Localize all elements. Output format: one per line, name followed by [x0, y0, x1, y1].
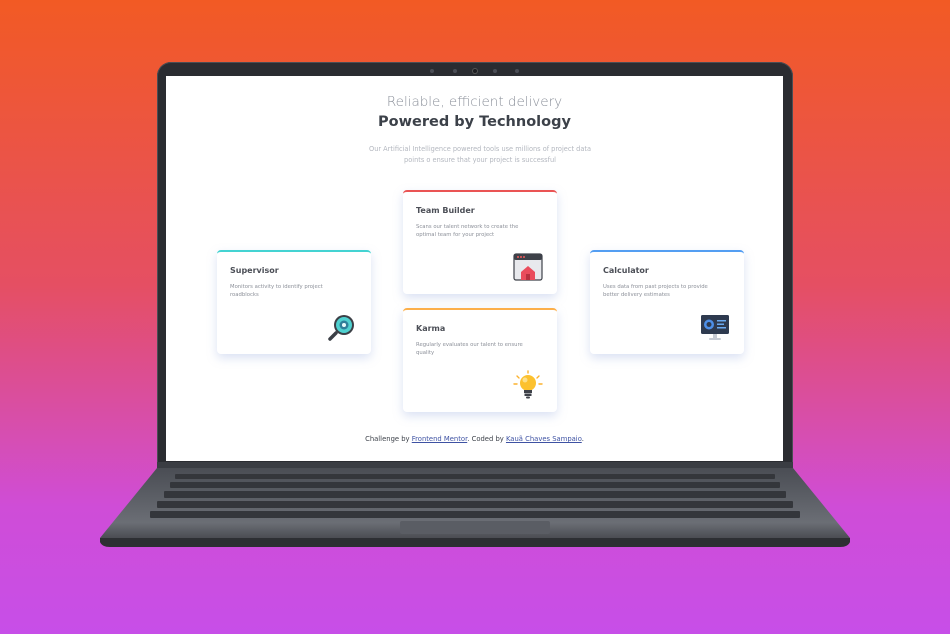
page-description: Our Artificial Intelligence powered tool…: [369, 145, 591, 164]
frontend-mentor-link[interactable]: Frontend Mentor: [412, 435, 468, 443]
page-title: Powered by Technology: [378, 114, 571, 130]
card-title: Calculator: [603, 266, 649, 275]
card-description: Regularly evaluates our talent to ensure…: [416, 342, 523, 356]
card-description: Scans our talent network to create the o…: [416, 224, 519, 238]
sensor-icon: [493, 69, 497, 73]
footer-middle: . Coded by: [467, 435, 504, 443]
card-supervisor: Supervisor Monitors activity to identify…: [217, 250, 371, 354]
attribution-footer: Challenge by Frontend Mentor. Coded by K…: [166, 435, 783, 443]
sensor-icon: [515, 69, 519, 73]
card-title: Karma: [416, 324, 446, 333]
footer-prefix: Challenge by: [365, 435, 410, 443]
page-subtitle: Reliable, efficient delivery: [386, 94, 563, 110]
team-builder-icon: [513, 253, 543, 281]
footer-suffix: .: [581, 435, 584, 443]
card-team-builder: Team Builder Scans our talent network to…: [403, 190, 557, 294]
monitor-chart-icon: [701, 315, 729, 340]
author-link[interactable]: Kauã Chaves Sampaio: [506, 435, 582, 443]
sensor-icon: [430, 69, 434, 73]
lightbulb-icon: [513, 370, 543, 399]
card-calculator: Calculator Uses data from past projects …: [590, 250, 744, 354]
card-description: Monitors activity to identify project ro…: [230, 284, 323, 298]
card-title: Team Builder: [416, 206, 475, 215]
camera-icon: [473, 69, 477, 73]
magnifier-icon: [328, 315, 354, 341]
card-description: Uses data from past projects to provide …: [603, 284, 708, 298]
sensor-icon: [453, 69, 457, 73]
laptop-keyboard-deck: [100, 468, 850, 547]
card-karma: Karma Regularly evaluates our talent to …: [403, 308, 557, 412]
card-title: Supervisor: [230, 266, 279, 275]
browser-screen: Reliable, efficient delivery Powered by …: [166, 76, 783, 461]
camera-bar: [157, 66, 793, 76]
